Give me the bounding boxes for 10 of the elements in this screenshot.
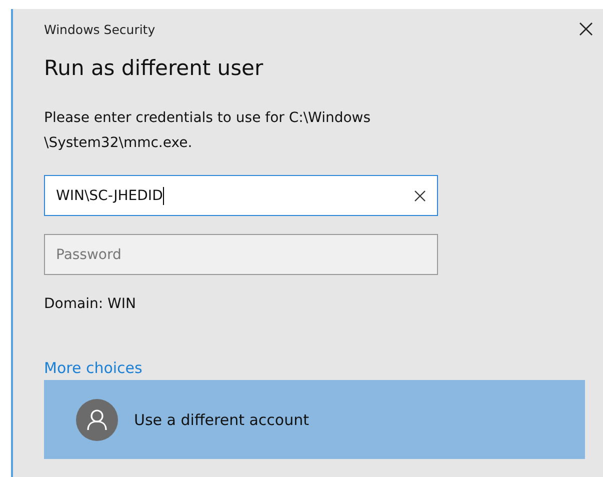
dialog-heading: Run as different user — [44, 56, 264, 80]
window-title: Windows Security — [44, 22, 156, 36]
message-text: Please enter credentials to use for C:\Windows \System32\mmc.exe. — [44, 109, 372, 153]
clear-icon[interactable] — [414, 190, 426, 202]
account-option[interactable]: Use a different account — [44, 380, 585, 459]
user-avatar-icon — [75, 398, 119, 442]
close-icon[interactable] — [579, 22, 593, 36]
password-field[interactable]: Password — [44, 234, 438, 275]
domain-text: Domain: WIN — [44, 296, 136, 312]
username-field[interactable]: WIN\SC-JHEDID — [44, 175, 438, 216]
